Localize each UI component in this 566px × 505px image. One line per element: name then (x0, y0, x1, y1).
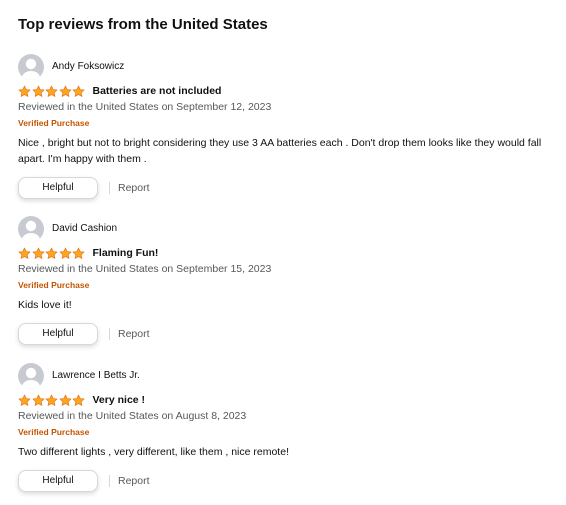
review-body: Nice , bright but not to bright consider… (18, 137, 542, 165)
star-icon (72, 85, 85, 97)
star-icon (59, 247, 71, 259)
star-icon (59, 85, 71, 97)
review-title[interactable]: Very nice ! (93, 393, 146, 407)
verified-purchase-badge: Verified Purchase (18, 280, 90, 290)
reviewer-name[interactable]: Lawrence I Betts Jr. (52, 369, 140, 383)
star-icon (45, 247, 58, 259)
verified-purchase-badge: Verified Purchase (18, 118, 90, 128)
helpful-button[interactable]: Helpful (18, 177, 98, 199)
star-icon (32, 394, 44, 406)
avatar-icon (18, 216, 44, 242)
review-title[interactable]: Batteries are not included (93, 84, 222, 98)
reviewer-name[interactable]: Andy Foksowicz (52, 60, 124, 74)
star-icon (72, 247, 85, 259)
review-body: Kids love it! (18, 299, 72, 311)
verified-purchase-badge: Verified Purchase (18, 427, 90, 437)
review-date: Reviewed in the United States on August … (18, 410, 247, 422)
review-title[interactable]: Flaming Fun! (93, 246, 159, 260)
review-date: Reviewed in the United States on Septemb… (18, 263, 272, 275)
review-card: Lawrence I Betts Jr. Very nice ! Reviewe… (18, 363, 558, 493)
star-rating[interactable] (18, 246, 86, 260)
star-icon (59, 394, 71, 406)
star-icon (45, 394, 58, 406)
reviewer-profile[interactable]: Lawrence I Betts Jr. (18, 363, 558, 389)
helpful-button[interactable]: Helpful (18, 323, 98, 345)
divider (109, 475, 110, 487)
star-icon (32, 85, 44, 97)
star-icon (18, 394, 31, 406)
reviewer-name[interactable]: David Cashion (52, 222, 117, 236)
review-card: David Cashion Flaming Fun! Reviewed in t… (18, 216, 558, 346)
review-body: Two different lights , very different, l… (18, 446, 289, 458)
divider (109, 328, 110, 340)
avatar-icon (18, 363, 44, 389)
helpful-button[interactable]: Helpful (18, 470, 98, 492)
reviews-page: Top reviews from the United States Andy … (0, 0, 566, 505)
report-link[interactable]: Report (118, 181, 150, 195)
star-icon (32, 247, 44, 259)
section-title: Top reviews from the United States (18, 16, 268, 33)
star-icon (18, 247, 31, 259)
avatar-icon (18, 54, 44, 80)
star-icon (72, 394, 85, 406)
reviewer-profile[interactable]: David Cashion (18, 216, 558, 242)
star-icon (18, 85, 31, 97)
star-icon (45, 85, 58, 97)
report-link[interactable]: Report (118, 327, 150, 341)
divider (109, 182, 110, 194)
review-card: Andy Foksowicz Batteries are not include… (18, 54, 558, 200)
star-rating[interactable] (18, 393, 86, 407)
reviewer-profile[interactable]: Andy Foksowicz (18, 54, 558, 80)
star-rating[interactable] (18, 84, 86, 98)
report-link[interactable]: Report (118, 474, 150, 488)
review-date: Reviewed in the United States on Septemb… (18, 101, 272, 113)
